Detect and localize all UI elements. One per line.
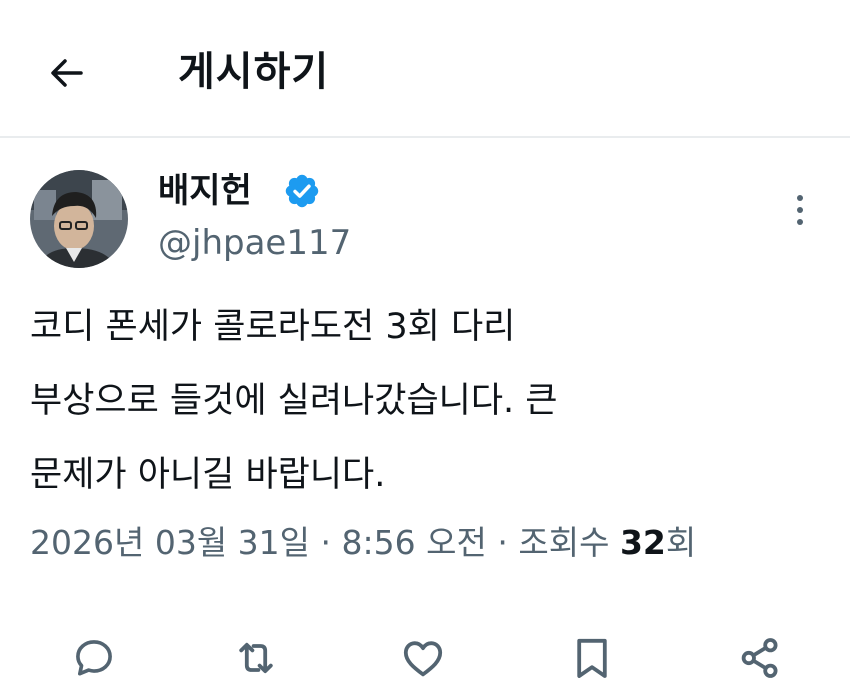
tweet-meta: 2026년 03월 31일 · 8:56 오전 · 조회수 32회 — [30, 518, 696, 568]
back-button[interactable] — [44, 50, 90, 96]
post-time: 8:56 오전 — [341, 523, 487, 562]
share-button[interactable] — [730, 628, 790, 688]
views-label: 조회수 — [518, 523, 610, 562]
more-vertical-icon — [797, 195, 803, 225]
retweet-icon — [239, 642, 273, 674]
views-count: 32 — [619, 523, 666, 562]
views-stat[interactable]: 32회 — [620, 523, 696, 562]
meta-separator: · — [497, 523, 508, 562]
page-title: 게시하기 — [178, 49, 330, 95]
avatar[interactable] — [30, 170, 128, 268]
views-unit: 회 — [665, 523, 697, 562]
meta-separator: · — [320, 523, 332, 562]
author-handle[interactable]: @jhpae117 — [158, 220, 351, 266]
like-button[interactable] — [393, 628, 453, 688]
reply-button[interactable] — [64, 628, 124, 688]
reply-icon — [76, 640, 112, 676]
tweet-line: 문제가 아니길 바랍니다. — [30, 455, 386, 495]
tweet-line: 부상으로 들것에 실려나갔습니다. 큰 — [30, 381, 558, 421]
action-bar — [0, 628, 850, 688]
more-options-button[interactable] — [780, 190, 820, 230]
bookmark-button[interactable] — [562, 628, 622, 688]
post-date: 2026년 03월 31일 — [30, 523, 311, 562]
tweet-text: 코디 폰세가 콜로라도전 3회 다리 부상으로 들것에 실려나갔습니다. 큰 문… — [30, 290, 820, 512]
tweet-line: 코디 폰세가 콜로라도전 3회 다리 — [30, 307, 516, 347]
author-name[interactable]: 배지헌 — [158, 168, 252, 214]
like-icon — [403, 641, 443, 677]
share-icon — [741, 638, 778, 678]
arrow-left-icon — [51, 59, 83, 87]
top-bar: 게시하기 — [0, 0, 850, 138]
verified-badge-icon — [285, 174, 319, 208]
bookmark-icon — [577, 638, 607, 678]
retweet-button[interactable] — [226, 628, 286, 688]
